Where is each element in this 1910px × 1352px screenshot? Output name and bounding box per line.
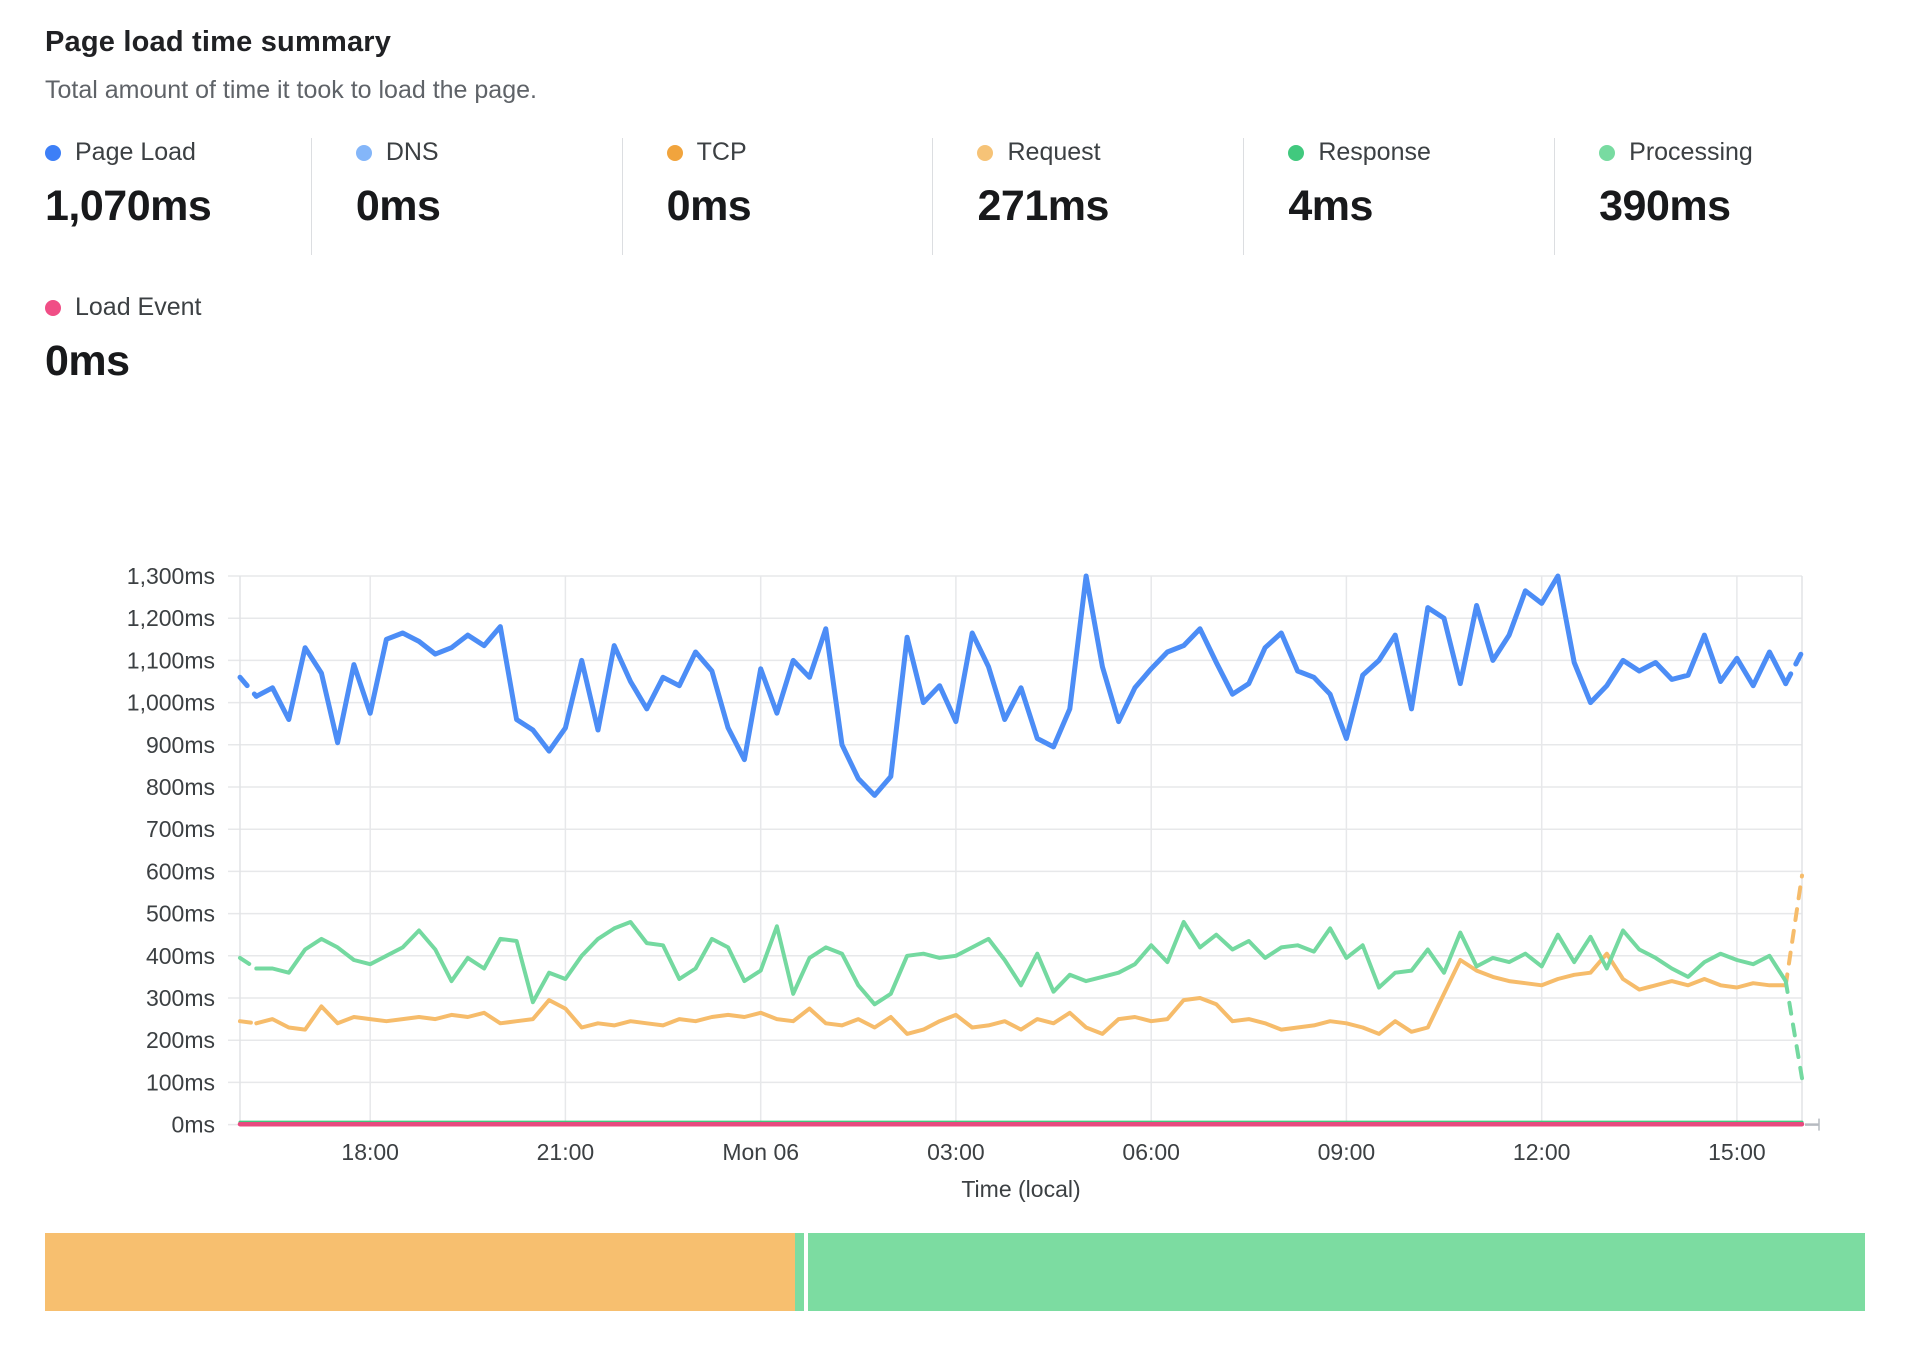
series-line-processing [1786, 981, 1802, 1078]
stat-card-tcp: TCP 0ms [622, 138, 933, 255]
y-tick-label: 700ms [146, 816, 215, 842]
stat-label: TCP [697, 138, 747, 167]
stat-label: Load Event [75, 293, 202, 322]
y-tick-label: 600ms [146, 858, 215, 884]
stat-label: Request [1007, 138, 1100, 167]
x-tick-label: Mon 06 [722, 1139, 799, 1165]
y-tick-label: 300ms [146, 985, 215, 1011]
x-tick-label: 03:00 [927, 1139, 985, 1165]
stat-value: 0ms [667, 182, 933, 231]
legend-dot-dns-icon [356, 145, 372, 161]
stat-value: 1,070ms [45, 182, 311, 231]
series-line-page-load [256, 576, 1785, 795]
y-tick-label: 900ms [146, 732, 215, 758]
series-line-request [240, 1021, 256, 1023]
stat-label-row: Response [1288, 138, 1554, 167]
stat-card-request: Request 271ms [932, 138, 1243, 255]
y-tick-label: 500ms [146, 901, 215, 927]
y-tick-label: 1,200ms [127, 605, 215, 631]
timeline-segment-ok[interactable] [808, 1233, 1865, 1311]
legend-dot-response-icon [1288, 145, 1304, 161]
series-line-request [1786, 876, 1802, 986]
x-axis-title: Time (local) [961, 1176, 1080, 1202]
stat-card-page-load: Page Load 1,070ms [45, 138, 311, 255]
stat-label: Response [1318, 138, 1431, 167]
stat-label-row: Processing [1599, 138, 1865, 167]
timeline-segment-ok[interactable] [795, 1233, 804, 1311]
y-tick-label: 1,000ms [127, 690, 215, 716]
x-tick-label: 15:00 [1708, 1139, 1766, 1165]
series-processing [240, 922, 1802, 1078]
y-tick-label: 100ms [146, 1069, 215, 1095]
x-tick-label: 18:00 [341, 1139, 399, 1165]
stat-label-row: Page Load [45, 138, 311, 167]
stat-card-dns: DNS 0ms [311, 138, 622, 255]
timeline-segment-warning[interactable] [45, 1233, 795, 1311]
stat-label: Page Load [75, 138, 196, 167]
y-tick-label: 200ms [146, 1027, 215, 1053]
y-tick-label: 400ms [146, 943, 215, 969]
stat-value: 390ms [1599, 182, 1865, 231]
timeline-bar[interactable] [45, 1233, 1865, 1311]
series-line-page-load [1786, 652, 1802, 684]
legend-dot-processing-icon [1599, 145, 1615, 161]
stat-value: 4ms [1288, 182, 1554, 231]
stat-card-response: Response 4ms [1243, 138, 1554, 255]
series-line-page-load [240, 677, 256, 696]
x-tick-label: 21:00 [537, 1139, 595, 1165]
x-tick-label: 12:00 [1513, 1139, 1571, 1165]
legend-dot-page-load-icon [45, 145, 61, 161]
x-tick-label: 09:00 [1318, 1139, 1376, 1165]
stat-label: DNS [386, 138, 439, 167]
legend-dot-request-icon [977, 145, 993, 161]
page-subtitle: Total amount of time it took to load the… [45, 76, 1865, 105]
stat-label-row: DNS [356, 138, 622, 167]
stats-row-2: Load Event 0ms [45, 293, 1865, 386]
stat-card-load-event: Load Event 0ms [45, 293, 202, 386]
y-tick-label: 1,100ms [127, 647, 215, 673]
load-time-chart[interactable]: 0ms 100ms 200ms 300ms 400ms 500ms 600ms 700ms 80… [45, 516, 1865, 1206]
stat-label-row: TCP [667, 138, 933, 167]
series-line-processing [240, 958, 256, 969]
stat-card-processing: Processing 390ms [1554, 138, 1865, 255]
stat-value: 271ms [977, 182, 1243, 231]
y-tick-label: 800ms [146, 774, 215, 800]
stat-label-row: Load Event [45, 293, 202, 322]
series-line-processing [256, 922, 1785, 1004]
page-title: Page load time summary [45, 26, 1865, 59]
stat-label-row: Request [977, 138, 1243, 167]
stat-value: 0ms [356, 182, 622, 231]
y-tick-label: 1,300ms [127, 563, 215, 589]
stat-label: Processing [1629, 138, 1753, 167]
page-load-summary-panel: Page load time summary Total amount of t… [0, 0, 1910, 1311]
series-page-load [240, 576, 1802, 795]
stats-row: Page Load 1,070ms DNS 0ms TCP 0ms Reques… [45, 138, 1865, 255]
axis-grid: 0ms 100ms 200ms 300ms 400ms 500ms 600ms 700ms 80… [127, 563, 1802, 1165]
y-tick-label: 0ms [172, 1112, 215, 1138]
legend-dot-tcp-icon [667, 145, 683, 161]
x-tick-label: 06:00 [1122, 1139, 1180, 1165]
legend-dot-load-event-icon [45, 300, 61, 316]
stat-value: 0ms [45, 337, 202, 386]
